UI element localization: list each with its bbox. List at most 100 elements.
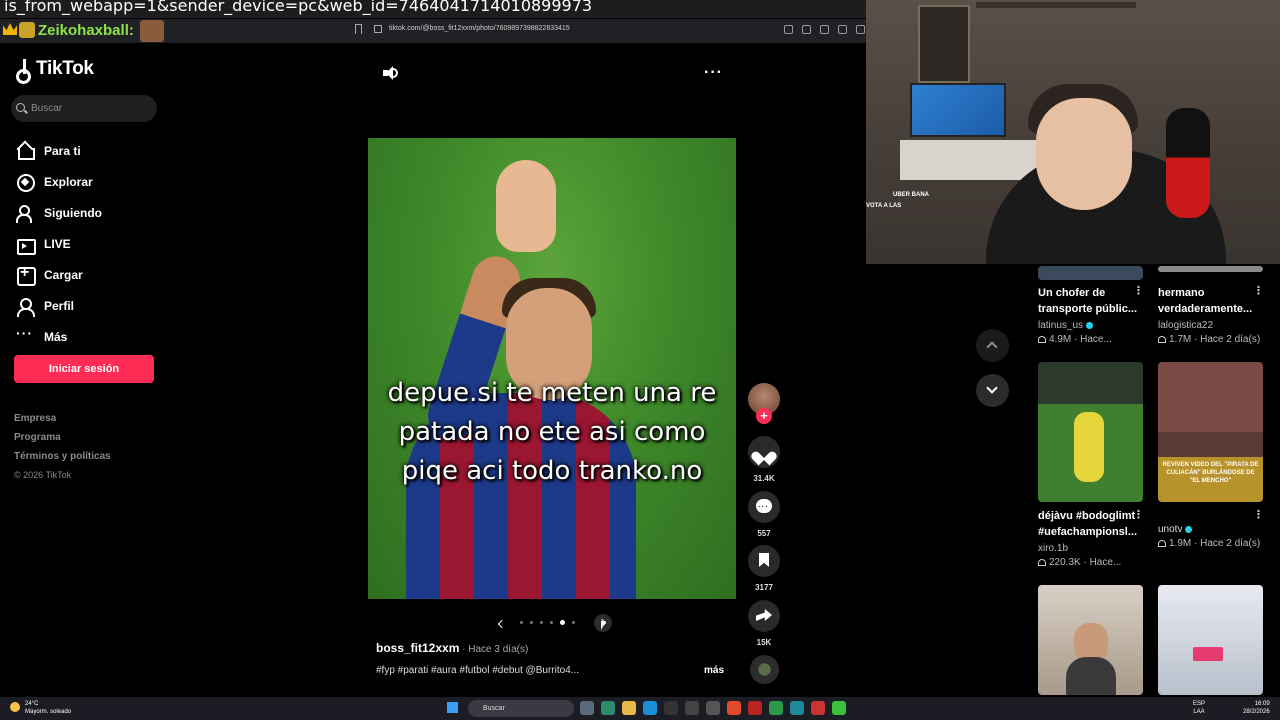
save-button[interactable] [748,545,780,577]
footer-link-programa[interactable]: Programa [14,432,111,451]
video-options-icon[interactable]: ⋮ [1253,508,1264,521]
weather-widget[interactable]: 24°C Mayorm. soleado [25,700,71,716]
sidebar-item-siguiendo[interactable]: Siguiendo [16,197,102,228]
thumbnail-player [1074,412,1104,482]
post-photo[interactable]: depue.si te meten una re patada no ete a… [368,138,736,599]
post-hashtags[interactable]: #fyp #parati #aura #futbol #debut @Burri… [376,665,579,676]
app-icon[interactable] [685,701,699,715]
video-title[interactable]: Un chofer de [1038,285,1105,301]
carousel-dot[interactable] [560,620,565,625]
sidebar-nav: Para ti Explorar Siguiendo LIVE Cargar P… [16,135,102,352]
app-icon[interactable] [664,701,678,715]
video-thumbnail[interactable] [1038,362,1143,502]
file-explorer-icon[interactable] [622,701,636,715]
carousel-dot[interactable] [530,621,533,624]
taskbar-clock[interactable]: 16:09 28/2/2026 [1243,700,1270,716]
search-input[interactable]: Buscar [11,95,157,122]
sidebar-item-para-ti[interactable]: Para ti [16,135,102,166]
windows-start-icon[interactable] [447,702,458,713]
sidebar-footer: Empresa Programa Términos y políticas © … [14,413,111,489]
site-info-icon[interactable] [374,25,382,33]
tiktok-logo[interactable]: TikTok [16,58,94,84]
address-bar[interactable]: tiktok.com/@boss_fit12xxm/photo/76098973… [350,21,865,39]
webcam-microphone [1166,108,1210,218]
like-action[interactable]: 31.4K [748,436,780,483]
post-options-icon[interactable]: ··· [704,64,723,82]
app-icon[interactable] [748,701,762,715]
app-icon[interactable] [706,701,720,715]
sidebar-item-live[interactable]: LIVE [16,228,102,259]
previous-post-button[interactable] [976,329,1009,362]
video-author[interactable]: unotv [1158,524,1193,535]
lang-secondary: LAA [1193,709,1205,715]
more-button[interactable]: más [704,665,724,676]
sidebar-item-mas[interactable]: ··· Más [16,321,102,352]
save-action[interactable]: 3177 [748,545,780,592]
video-title[interactable]: #uefachampionsl... [1038,524,1137,540]
share-count: 15K [756,638,772,647]
video-options-icon[interactable]: ⋮ [1133,284,1144,297]
next-post-button[interactable] [976,374,1009,407]
comment-action[interactable]: ··· 557 [748,491,780,538]
share-action[interactable]: 15K [748,600,780,647]
thumbnail-caption: REVIVEN VIDEO DEL "PIRATA DE CULIACÁN" B… [1158,457,1263,502]
video-author[interactable]: latinus_us [1038,320,1094,331]
sidebar-item-explorar[interactable]: Explorar [16,166,102,197]
footer-link-empresa[interactable]: Empresa [14,413,111,432]
webcam-shelf [976,2,1136,8]
share-button[interactable] [748,600,780,632]
login-button[interactable]: Iniciar sesión [14,355,154,383]
carousel-prev-button[interactable] [495,618,507,630]
footer-link-terminos[interactable]: Términos y políticas [14,451,111,470]
video-thumbnail[interactable]: REVIVEN VIDEO DEL "PIRATA DE CULIACÁN" B… [1158,362,1263,502]
extension-icon[interactable] [838,25,847,34]
brave-icon[interactable] [727,701,741,715]
video-thumbnail[interactable] [1158,266,1263,272]
share-icon [756,609,772,621]
music-disc-icon[interactable] [750,655,779,684]
extension-icon[interactable] [856,25,865,34]
carousel-dot[interactable] [572,621,575,624]
author-link[interactable]: boss_fit12xxm [376,641,459,655]
video-author[interactable]: lalogistica22 [1158,320,1213,331]
carousel-dot[interactable] [540,621,543,624]
task-view-icon[interactable] [580,701,594,715]
language-indicator[interactable]: ESP LAA [1193,700,1205,716]
app-icon[interactable] [790,701,804,715]
video-options-icon[interactable]: ⋮ [1133,508,1144,521]
heart-icon [1038,558,1046,566]
video-stats: 1.9M · Hace 2 día(s) [1158,538,1260,549]
weather-sun-icon [10,702,20,712]
thumbnail-badge [1193,647,1223,661]
video-options-icon[interactable]: ⋮ [1253,284,1264,297]
taskbar-search[interactable]: Buscar [468,700,574,717]
video-title[interactable]: transporte públic... [1038,301,1137,317]
app-icon[interactable] [601,701,615,715]
video-title[interactable]: déjàvu #bodoglimt [1038,508,1135,524]
video-title[interactable]: hermano [1158,285,1204,301]
video-thumbnail[interactable] [1158,585,1263,695]
sidebar-item-perfil[interactable]: Perfil [16,290,102,321]
extension-icon[interactable] [820,25,829,34]
follow-plus-icon[interactable]: + [756,408,772,424]
sidebar-item-cargar[interactable]: Cargar [16,259,102,290]
video-author[interactable]: xiro.1b [1038,543,1068,554]
extension-icon[interactable] [802,25,811,34]
like-button[interactable] [748,436,780,468]
video-thumbnail[interactable] [1038,585,1143,695]
weather-temp: 24°C [25,701,39,707]
bookmark-icon[interactable] [355,24,362,34]
carousel-dot[interactable] [520,621,523,624]
video-thumbnail[interactable] [1038,266,1143,280]
chrome-icon[interactable] [811,701,825,715]
sidebar-item-label: Siguiendo [44,205,102,220]
app-icon[interactable] [769,701,783,715]
extension-icon[interactable] [784,25,793,34]
address-url[interactable]: tiktok.com/@boss_fit12xxm/photo/76098973… [389,25,570,32]
edge-icon[interactable] [643,701,657,715]
comment-button[interactable]: ··· [748,491,780,523]
search-placeholder: Buscar [31,103,63,114]
carousel-dot[interactable] [550,621,553,624]
video-title[interactable]: verdaderamente... [1158,301,1252,317]
app-icon[interactable] [832,701,846,715]
